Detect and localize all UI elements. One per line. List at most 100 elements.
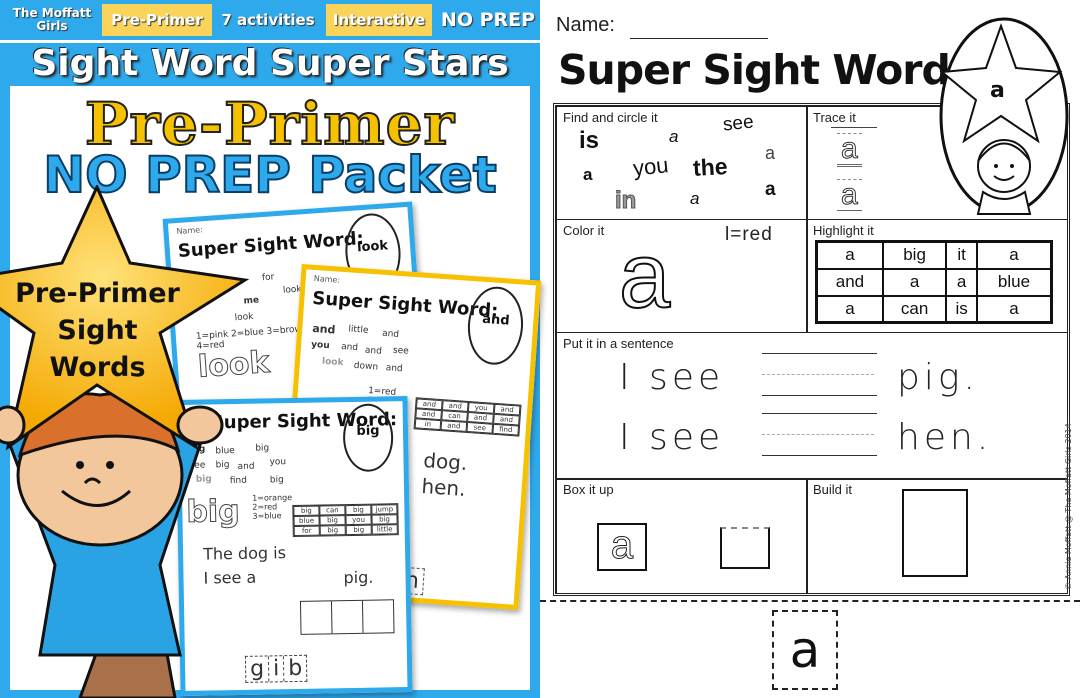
mini-find-word: see [392,345,410,357]
color-key: l=red [725,224,773,245]
highlight-cell[interactable]: a [945,267,978,297]
find-word[interactable]: you [632,152,670,182]
highlight-cell[interactable]: a [815,240,884,270]
no-prep-tag: NO PREP [436,4,540,36]
find-word[interactable]: see [722,111,755,136]
highlight-cell[interactable]: can [881,294,948,324]
mini-word: big [356,423,380,439]
mini-find-word: and [311,321,336,337]
star-text-line: Sight [57,315,138,346]
find-and-circle-section: Find and circle it is a see a a you the … [556,106,808,220]
mini-find-word: and [385,363,403,375]
cutout-letter-card[interactable]: a [772,610,838,690]
star-text-line: Words [49,352,146,383]
highlight-cell[interactable]: big [881,240,948,270]
highlight-cell[interactable]: is [945,294,978,324]
color-letter[interactable]: a [618,229,671,323]
mini-find-word: little [348,324,369,336]
cut-line [540,600,1080,602]
mini-cell: big [345,524,372,536]
mini-cell: for [293,525,320,537]
find-word[interactable]: is [579,127,599,155]
mini-sentence: hen. [420,473,467,501]
mini-cell: big [319,525,346,536]
section-label: Highlight it [813,223,874,238]
build-box[interactable] [902,489,968,577]
find-word[interactable]: a [669,127,678,147]
trace-letter[interactable]: a [837,179,862,211]
mini-cell: big [293,505,320,517]
brand-tag: The Moffatt Girls [4,4,100,36]
highlight-cell[interactable]: and [815,267,884,297]
mini-cell: see [466,421,494,434]
find-word[interactable]: a [765,143,775,164]
sentence-section: Put it in a sentence I see pig. I see he… [556,332,1068,480]
mini-word: look [356,238,389,256]
star-label: Pre-Primer Sight Words [0,275,195,386]
box-it-up-section: Box it up a [556,478,808,594]
section-label: Build it [813,482,853,497]
mini-find-word: big [269,475,284,486]
empty-box[interactable] [720,527,770,569]
name-label: Name: [556,14,615,36]
find-word[interactable]: the [692,153,728,182]
section-label: Put it in a sentence [563,336,674,351]
writing-line-dashed [762,434,874,435]
mini-sentence: pig. [343,567,374,588]
writing-answer-line[interactable] [762,395,877,396]
highlight-section: Highlight it a big it a and a a blue a can is a [806,219,1068,333]
writing-line [762,413,877,414]
mini-highlight-table: and and you and and can and and in and see find [413,397,522,437]
highlight-cell[interactable]: blue [975,267,1053,297]
name-field[interactable] [630,38,768,39]
interactive-tag: Interactive [326,4,432,36]
mini-cell: big [319,515,346,526]
highlight-cell[interactable]: a [815,294,884,324]
mini-cell: in [414,418,442,431]
box-letter[interactable]: a [597,523,647,571]
mini-letter: b [288,655,303,682]
mini-cell: blue [293,515,320,527]
mini-find-word: you [269,457,287,468]
mini-cell: big [371,514,398,525]
mini-star-oval: and [465,284,526,367]
mini-star-oval: big [342,403,394,473]
mini-name-label: Name: [313,273,341,285]
highlight-table: a big it a and a a blue a can is a [815,240,1053,324]
highlight-cell[interactable]: a [881,267,948,297]
find-word[interactable]: a [765,179,776,201]
sentence-end: hen. [897,417,993,458]
worksheet-title: Super Sight Word: [558,46,966,94]
mini-cell: can [319,505,346,516]
cover-image: The Moffatt Girls Pre-Primer 7 activitie… [0,0,542,698]
super-word: a [990,78,1005,103]
highlight-cell[interactable]: a [975,294,1053,324]
mini-find-word: and [381,328,400,340]
mini-cell: find [492,423,520,436]
mini-find-word: and [364,345,383,357]
highlight-cell[interactable]: a [975,240,1053,270]
mini-cell: and [440,420,468,432]
star-girl-oval-illustration [939,17,1069,215]
section-label: Color it [563,223,605,238]
mini-cell: big [345,504,372,516]
trace-letter[interactable]: a [837,133,862,167]
color-section: Color it l=red a [556,219,808,333]
highlight-cell[interactable]: it [945,240,978,270]
find-word[interactable]: a [583,165,592,185]
build-it-section: Build it [806,478,1068,594]
mini-cell: jump [371,504,398,515]
mini-cell: little [371,524,398,535]
mini-find-word: you [310,339,330,352]
mini-highlight-table: big can big jump blue big you big for big big lit… [292,503,399,538]
activities-tag: 7 activities [214,4,322,36]
mini-word: and [481,311,511,329]
find-word[interactable]: a [690,189,699,209]
boy-holding-star-illustration [0,185,250,698]
section-label: Trace it [813,110,856,125]
writing-line [762,353,877,354]
find-word[interactable]: in [614,187,636,215]
mini-cell: you [345,514,372,526]
section-label: Find and circle it [563,110,658,125]
writing-answer-line[interactable] [762,455,877,456]
